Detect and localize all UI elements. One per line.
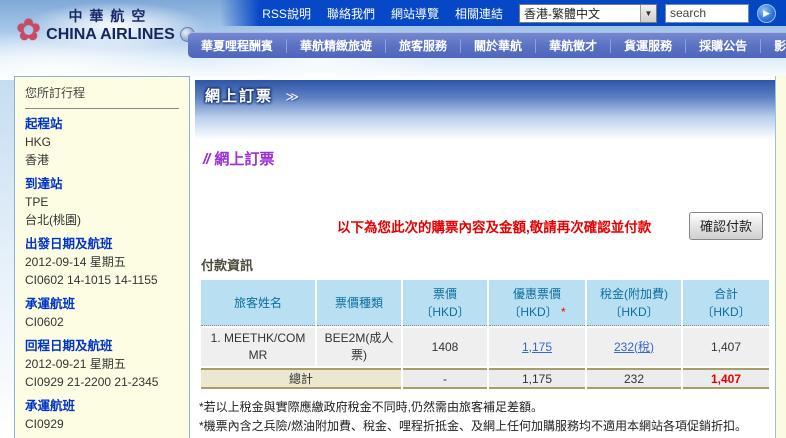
- search-go-button[interactable]: ▶: [757, 3, 776, 23]
- logo-chinese-name: 中華航空: [68, 10, 153, 25]
- cell-fare: 1408: [403, 328, 487, 366]
- total-discount-fare: 1,175: [489, 368, 585, 389]
- total-tax: 232: [587, 368, 681, 389]
- nav-item-procurement[interactable]: 採購公告: [686, 38, 762, 53]
- col-passenger-name: 旅客姓名: [201, 280, 315, 326]
- page-title-text: 網上訂票: [214, 151, 275, 168]
- col-total: 合計 〔HKD〕: [683, 280, 769, 326]
- logo-english-name: CHINA AIRLINES: [46, 26, 175, 43]
- chevron-down-icon[interactable]: ▼: [640, 4, 656, 22]
- tax-link[interactable]: 232(稅): [614, 340, 654, 354]
- logo-text: 中華航空 CHINA AIRLINES: [46, 6, 175, 44]
- confirmation-notice-row: 以下為您此次的購票內容及金額,敬請再次確認並付款 確認付款: [195, 212, 775, 240]
- destination-code: TPE: [25, 195, 49, 209]
- nav-item-travel[interactable]: 華航精緻旅遊: [287, 38, 387, 53]
- col-tax: 稅金(附加費) 〔HKD〕: [587, 280, 681, 326]
- left-background-strip: [0, 80, 14, 438]
- cell-discount-fare: 1,175: [489, 328, 585, 366]
- sidebar-divider: [25, 108, 179, 109]
- return-flight-times: CI0929 21-2200 21-2345: [25, 375, 159, 389]
- payment-notice-text: 以下為您此次的購票內容及金額,敬請再次確認並付款: [337, 220, 652, 235]
- nav-item-media[interactable]: 影音專區: [761, 39, 786, 53]
- nav-item-passenger-service[interactable]: 旅客服務: [386, 38, 462, 53]
- payment-info-title: 付款資訊: [201, 258, 254, 273]
- confirm-payment-button[interactable]: 確認付款: [688, 212, 763, 240]
- origin-city: 香港: [25, 153, 50, 167]
- sidebar-label-origin: 起程站: [25, 117, 63, 131]
- main-content: 網上訂票 ≫ //網上訂票 以下為您此次的購票內容及金額,敬請再次確認並付款 確…: [195, 80, 775, 436]
- search-input[interactable]: [665, 3, 749, 23]
- footnote-surcharge: *機票內含之兵險/燃油附加費、稅金、哩程折抵金、及網上任何加購服務均不適用本網站…: [199, 419, 748, 434]
- origin-code: HKG: [25, 135, 52, 149]
- page-title: //網上訂票: [203, 148, 775, 169]
- right-background-strip: [775, 76, 786, 438]
- table-total-row: 總計 - 1,175 232 1,407: [201, 368, 769, 389]
- footnotes: *若以上稅金與實際應繳政府稅金不同時,仍然需由旅客補足差額。 *機票內含之兵險/…: [199, 398, 775, 436]
- sidebar-label-operating-flight-1: 承運航班: [25, 297, 76, 311]
- nav-item-about[interactable]: 關於華航: [461, 38, 537, 53]
- cell-tax: 232(稅): [587, 328, 681, 366]
- top-link-related[interactable]: 相關連結: [455, 5, 503, 22]
- destination-city: 台北(桃園): [25, 213, 81, 227]
- sidebar-label-operating-flight-2: 承運航班: [25, 399, 76, 413]
- go-arrow-icon: ▶: [763, 7, 770, 18]
- operating-flight-2: CI0929: [25, 417, 64, 431]
- footnote-tax: *若以上稅金與實際應繳政府稅金不同時,仍然需由旅客補足差額。: [199, 400, 544, 414]
- departure-flight-times: CI0602 14-1015 14-1155: [25, 273, 158, 287]
- page-banner: 網上訂票 ≫: [195, 80, 775, 140]
- top-link-sitemap[interactable]: 網站導覽: [391, 5, 439, 22]
- cell-total: 1,407: [683, 328, 769, 366]
- grand-total: 1,407: [683, 368, 769, 389]
- language-select-value: 香港-繁體中文: [524, 6, 600, 21]
- col-fare: 票價 〔HKD〕: [403, 280, 487, 326]
- top-link-contact[interactable]: 聯絡我們: [327, 5, 375, 22]
- banner-title: 網上訂票: [205, 88, 274, 105]
- china-airlines-logo[interactable]: ✿ 中華航空 CHINA AIRLINES: [16, 6, 195, 47]
- sidebar-label-return: 回程日期及航班: [25, 339, 113, 353]
- total-fare: -: [403, 368, 487, 389]
- itinerary-sidebar: 您所訂行程 起程站 HKG 香港 到達站 TPE 台北(桃園) 出發日期及航班 …: [14, 76, 190, 438]
- operating-flight-1: CI0602: [25, 315, 64, 329]
- primary-nav: 華夏哩程酬賓 華航精緻旅遊 旅客服務 關於華航 華航徵才 貨運服務 採購公告 影…: [188, 32, 786, 58]
- title-slashes: //: [203, 151, 210, 168]
- table-header-row: 旅客姓名 票價種類 票價 〔HKD〕 優惠票價 〔HKD〕 * 稅金(附加費) 〔HK…: [201, 280, 769, 326]
- departure-date: 2012-09-14 星期五: [25, 255, 126, 269]
- col-discount-fare: 優惠票價 〔HKD〕 *: [489, 280, 585, 326]
- plum-blossom-icon: ✿: [16, 14, 42, 47]
- top-link-rss[interactable]: RSS說明: [262, 5, 311, 22]
- return-date: 2012-09-21 星期五: [25, 357, 126, 371]
- breadcrumb-arrow-icon: ≫: [285, 89, 300, 104]
- nav-item-cargo[interactable]: 貨運服務: [611, 38, 687, 53]
- discount-fare-link[interactable]: 1,175: [522, 340, 552, 354]
- payment-table: 旅客姓名 票價種類 票價 〔HKD〕 優惠票價 〔HKD〕 * 稅金(附加費) 〔HK…: [199, 278, 771, 391]
- nav-item-mileage[interactable]: 華夏哩程酬賓: [188, 38, 288, 53]
- sidebar-label-destination: 到達站: [25, 177, 63, 191]
- required-asterisk: *: [561, 304, 566, 319]
- sidebar-title: 您所訂行程: [25, 86, 86, 100]
- nav-item-careers[interactable]: 華航徵才: [536, 38, 612, 53]
- col-fare-type: 票價種類: [317, 280, 401, 326]
- table-row: 1. MEETHK/COM MR BEE2M(成人票) 1408 1,175 2…: [201, 328, 769, 366]
- language-select[interactable]: 香港-繁體中文 ▼: [519, 3, 657, 23]
- cell-passenger-name: 1. MEETHK/COM MR: [201, 328, 315, 366]
- sidebar-label-departure: 出發日期及航班: [25, 237, 113, 251]
- total-label: 總計: [201, 368, 401, 389]
- cell-fare-type: BEE2M(成人票): [317, 328, 401, 366]
